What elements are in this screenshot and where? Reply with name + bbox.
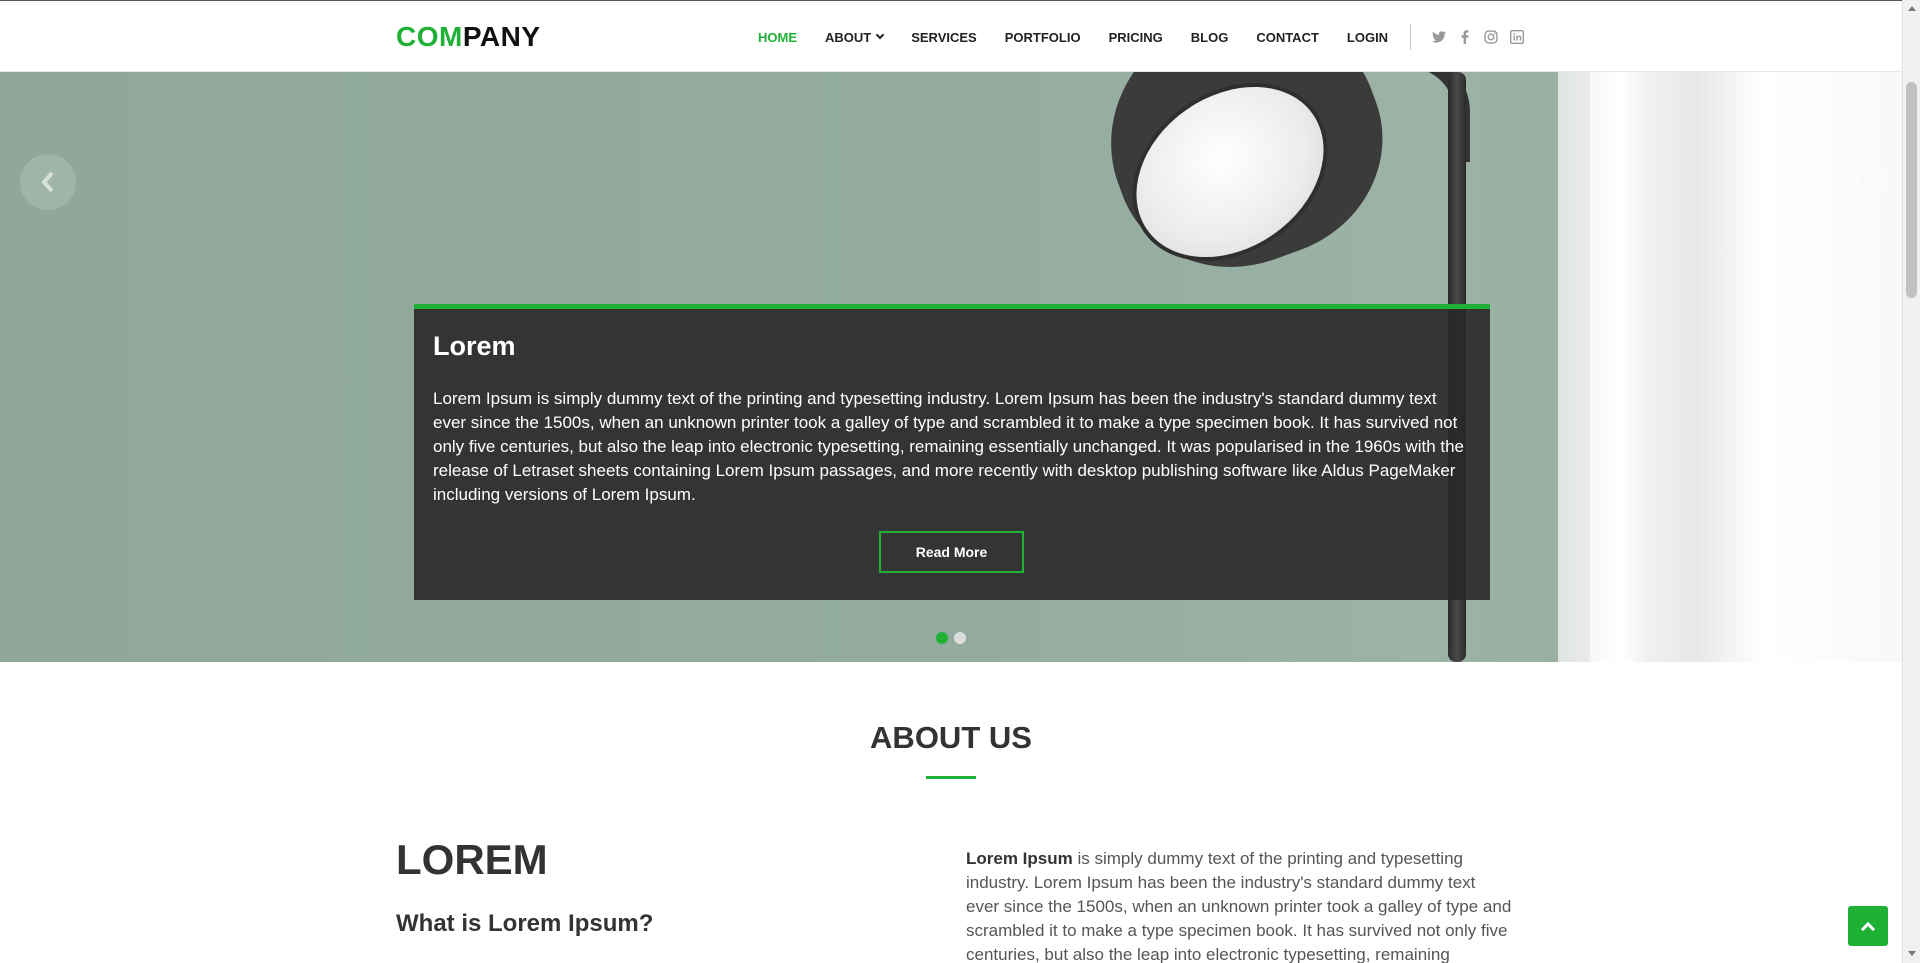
page-scrollbar[interactable] xyxy=(1902,0,1920,963)
nav-divider xyxy=(1410,24,1412,50)
slider-dots xyxy=(936,632,966,644)
about-heading: LOREM xyxy=(396,836,548,883)
nav-about-label: ABOUT xyxy=(825,29,872,45)
slide-title: Lorem xyxy=(433,331,516,361)
slide-caption: Lorem Lorem Ipsum is simply dummy text o… xyxy=(414,304,1490,600)
nav-pricing[interactable]: PRICING xyxy=(1109,30,1163,45)
instagram-icon[interactable] xyxy=(1483,29,1499,45)
about-subheading: What is Lorem Ipsum? xyxy=(396,910,654,937)
logo[interactable]: COMPANY xyxy=(396,21,541,53)
nav-login[interactable]: LOGIN xyxy=(1347,30,1388,45)
about-paragraph-bold: Lorem Ipsum xyxy=(966,849,1073,868)
about-paragraph: Lorem Ipsum is simply dummy text of the … xyxy=(966,847,1512,963)
back-to-top-button[interactable] xyxy=(1848,906,1888,946)
scroll-down-arrow-icon[interactable] xyxy=(1908,951,1916,956)
nav-services[interactable]: SERVICES xyxy=(911,30,977,45)
slider-dot-1[interactable] xyxy=(936,632,948,644)
scrollbar-thumb[interactable] xyxy=(1906,82,1917,298)
nav-blog[interactable]: BLOG xyxy=(1191,30,1229,45)
nav-contact[interactable]: CONTACT xyxy=(1256,30,1319,45)
slider-dot-2[interactable] xyxy=(954,632,966,644)
nav-home[interactable]: HOME xyxy=(758,30,797,45)
linkedin-icon[interactable] xyxy=(1509,29,1525,45)
logo-text: PANY xyxy=(462,21,541,52)
slide-text: Lorem Ipsum is simply dummy text of the … xyxy=(433,389,1465,504)
slider-prev-button[interactable] xyxy=(20,154,76,210)
site-header: COMPANY HOME ABOUT SERVICES PORTFOLIO PR… xyxy=(0,0,1902,72)
hero-slider: Lorem Lorem Ipsum is simply dummy text o… xyxy=(0,72,1902,662)
slider-next-button[interactable] xyxy=(1828,154,1884,210)
main-nav: HOME ABOUT SERVICES PORTFOLIO PRICING BL… xyxy=(758,1,1525,73)
chevron-down-icon xyxy=(875,30,885,40)
chevron-right-icon xyxy=(1850,171,1863,193)
section-title-about: ABOUT US xyxy=(870,720,1032,755)
section-title-underline xyxy=(926,776,976,779)
chevron-up-icon xyxy=(1860,921,1876,936)
nav-portfolio[interactable]: PORTFOLIO xyxy=(1005,30,1081,45)
twitter-icon[interactable] xyxy=(1431,29,1447,45)
nav-about[interactable]: ABOUT xyxy=(825,29,885,45)
scroll-up-arrow-icon[interactable] xyxy=(1908,6,1916,11)
facebook-icon[interactable] xyxy=(1457,29,1473,45)
chevron-left-icon xyxy=(41,171,54,193)
social-links xyxy=(1431,29,1525,45)
logo-accent: COM xyxy=(396,21,463,52)
hero-image-wall-edge xyxy=(1590,72,1650,662)
read-more-button[interactable]: Read More xyxy=(879,531,1024,573)
